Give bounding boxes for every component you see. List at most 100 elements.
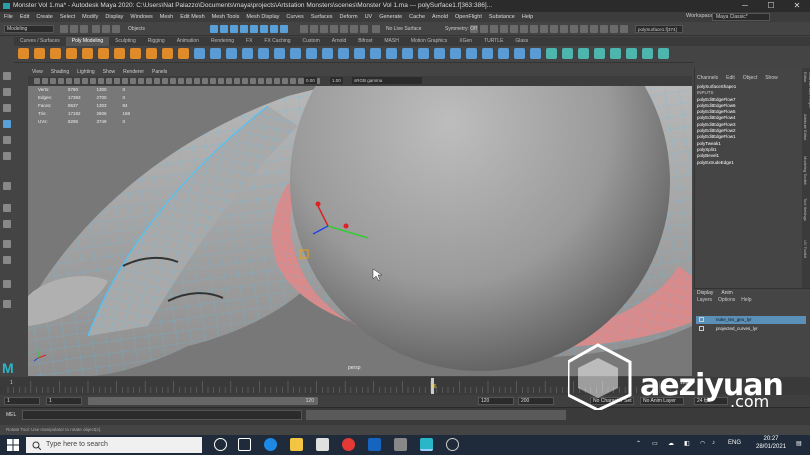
app-icon[interactable] (394, 438, 407, 451)
shelf-tool-icon[interactable] (482, 48, 493, 59)
layer-visibility-toggle[interactable] (699, 326, 704, 331)
tray-chevron-icon[interactable]: ⌃ (636, 440, 641, 447)
windows-start-icon[interactable] (6, 438, 20, 452)
channel-box-node[interactable]: polyExtrudeEdge1 (697, 160, 736, 166)
range-bar[interactable]: 120 (88, 397, 318, 405)
taskbar-clock[interactable]: 20:27 28/01/2021 (756, 436, 786, 451)
shelf-tab-mash[interactable]: MASH (378, 37, 404, 46)
panel-toolbar-icon[interactable] (98, 78, 104, 84)
toolbox-tool-icon[interactable] (3, 240, 11, 248)
shelf-tool-icon[interactable] (98, 48, 109, 59)
status-tool-icon[interactable] (490, 25, 498, 33)
selection-name-field[interactable]: polySurface1.f[374] (635, 25, 683, 33)
panel-toolbar-icon[interactable] (34, 78, 40, 84)
menu-mesh-tools[interactable]: Mesh Tools (212, 12, 240, 22)
status-tool-icon[interactable] (580, 25, 588, 33)
maximize-button[interactable]: ☐ (758, 0, 784, 12)
shelf-tool-icon[interactable] (450, 48, 461, 59)
menu-uv[interactable]: UV (365, 12, 373, 22)
panel-toolbar-icon[interactable] (258, 78, 264, 84)
toolbox-tool-icon[interactable] (3, 120, 11, 128)
panel-toolbar-icon[interactable] (58, 78, 64, 84)
layer-menu-help[interactable]: Help (741, 297, 751, 303)
network-icon[interactable]: ▭ (652, 440, 658, 447)
shelf-tab-xgen[interactable]: XGen (453, 37, 478, 46)
status-tool-icon[interactable] (80, 25, 88, 33)
status-tool-icon[interactable] (590, 25, 598, 33)
shelf-tool-icon[interactable] (418, 48, 429, 59)
status-tool-icon[interactable] (620, 25, 628, 33)
shelf-tab-rigging[interactable]: Rigging (142, 37, 171, 46)
shelf-tool-icon[interactable] (210, 48, 221, 59)
status-tool-icon[interactable] (500, 25, 508, 33)
shelf-tool-icon[interactable] (258, 48, 269, 59)
range-end-field[interactable]: 120 (478, 397, 514, 405)
panel-toolbar-icon[interactable] (114, 78, 120, 84)
status-tool-icon[interactable] (610, 25, 618, 33)
channel-box-menu-object[interactable]: Object (743, 75, 757, 81)
menu-edit[interactable]: Edit (20, 12, 29, 22)
panel-toolbar-icon[interactable] (242, 78, 248, 84)
close-button[interactable]: ✕ (784, 0, 810, 12)
mel-label[interactable]: MEL (6, 412, 16, 418)
channel-box-node[interactable]: polyEditEdgeFlow4 (697, 115, 736, 121)
shelf-tool-icon[interactable] (274, 48, 285, 59)
menu-windows[interactable]: Windows (130, 12, 152, 22)
menu-modify[interactable]: Modify (82, 12, 98, 22)
shelf-tool-icon[interactable] (354, 48, 365, 59)
edge-browser-icon[interactable] (264, 438, 277, 451)
shelf-tool-icon[interactable] (658, 48, 669, 59)
shelf-tab-fx-caching[interactable]: FX Caching (258, 37, 296, 46)
toolbox-tool-icon[interactable] (3, 104, 11, 112)
panel-menu-shading[interactable]: Shading (51, 68, 69, 76)
panel-menu-view[interactable]: View (32, 68, 43, 76)
menu-select[interactable]: Select (60, 12, 75, 22)
shelf-tool-icon[interactable] (178, 48, 189, 59)
status-tool-icon[interactable] (230, 25, 238, 33)
shelf-tool-icon[interactable] (610, 48, 621, 59)
status-tool-icon[interactable] (210, 25, 218, 33)
panel-toolbar-icon[interactable] (130, 78, 136, 84)
notification-icon[interactable]: ▤ (796, 440, 802, 447)
store-icon[interactable] (316, 438, 329, 451)
wifi-icon[interactable]: ◠ (700, 440, 705, 447)
toolbox-tool-icon[interactable] (3, 220, 11, 228)
shelf-tab-arnold[interactable]: Arnold (326, 37, 352, 46)
gamma-field[interactable]: 1.00 (330, 77, 343, 84)
range-start-field[interactable]: 1 (4, 397, 40, 405)
channel-box-menu-channels[interactable]: Channels (697, 75, 718, 81)
status-tool-icon[interactable] (530, 25, 538, 33)
volume-icon[interactable]: ♪ (712, 440, 715, 446)
language-indicator[interactable]: ENG (728, 440, 741, 446)
file-explorer-icon[interactable] (290, 438, 303, 451)
toolbox-tool-icon[interactable] (3, 280, 11, 288)
panel-toolbar-icon[interactable] (218, 78, 224, 84)
shelf-tool-icon[interactable] (642, 48, 653, 59)
status-tool-icon[interactable] (310, 25, 318, 33)
chrome-icon[interactable] (342, 438, 355, 451)
panel-toolbar-icon[interactable] (42, 78, 48, 84)
toolbox-tool-icon[interactable] (3, 204, 11, 212)
shelf-tool-icon[interactable] (306, 48, 317, 59)
shelf-tool-icon[interactable] (50, 48, 61, 59)
panel-toolbar-icon[interactable] (290, 78, 296, 84)
status-tool-icon[interactable] (600, 25, 608, 33)
menu-curves[interactable]: Curves (286, 12, 303, 22)
status-tool-icon[interactable] (510, 25, 518, 33)
panel-toolbar-icon[interactable] (250, 78, 256, 84)
shelf-tool-icon[interactable] (162, 48, 173, 59)
task-view-icon[interactable] (238, 438, 251, 451)
panel-toolbar-icon[interactable] (154, 78, 160, 84)
panel-toolbar-icon[interactable] (226, 78, 232, 84)
panel-menu-renderer[interactable]: Renderer (123, 68, 144, 76)
panel-toolbar-icon[interactable] (194, 78, 200, 84)
shelf-tool-icon[interactable] (562, 48, 573, 59)
shelf-tab-curves-surfaces[interactable]: Curves / Surfaces (14, 37, 66, 46)
toolbox-tool-icon[interactable] (3, 182, 11, 190)
menu-edit-mesh[interactable]: Edit Mesh (180, 12, 204, 22)
panel-toolbar-icon[interactable] (66, 78, 72, 84)
status-tool-icon[interactable] (560, 25, 568, 33)
status-tool-icon[interactable] (520, 25, 528, 33)
panel-toolbar-icon[interactable] (186, 78, 192, 84)
toolbox-tool-icon[interactable] (3, 72, 11, 80)
